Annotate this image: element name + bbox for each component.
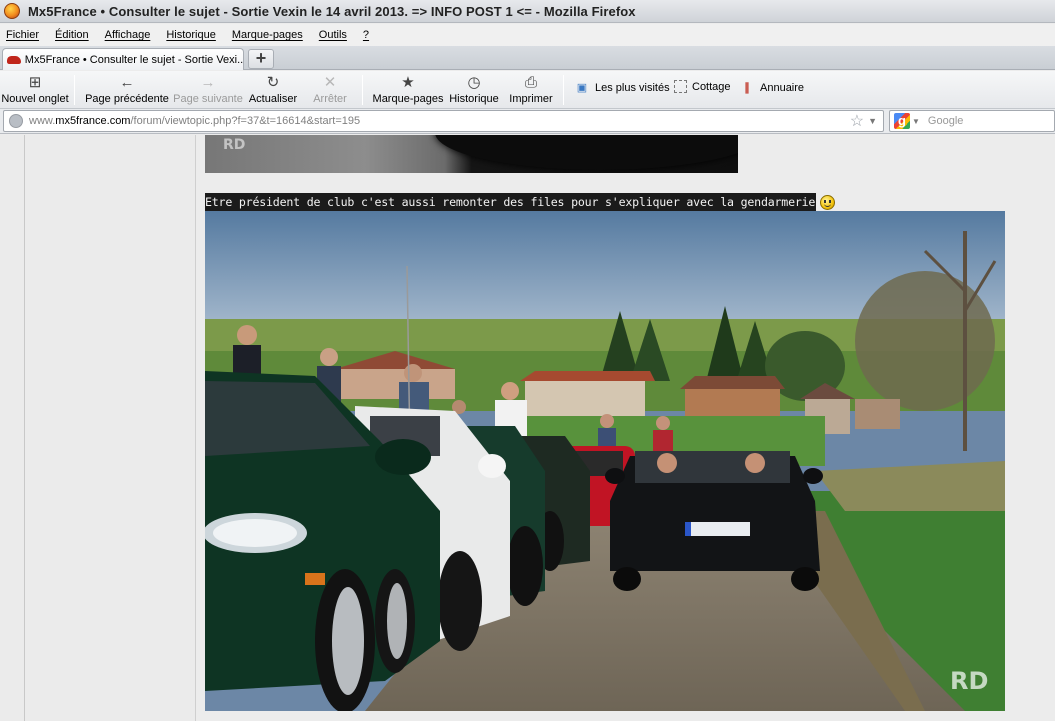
annuaire-pencils-icon: ∥ xyxy=(744,82,750,94)
menu-marque-pages[interactable]: Marque-pages xyxy=(232,29,303,41)
new-tab-toolbar-button[interactable]: ⊞ Nouvel onglet xyxy=(0,74,70,108)
menu-outils[interactable]: Outils xyxy=(319,29,347,41)
new-tab-label: Nouvel onglet xyxy=(1,93,69,105)
firefox-logo-icon xyxy=(4,3,20,19)
site-identity-globe-icon[interactable] xyxy=(9,114,23,128)
history-clock-icon: ◷ xyxy=(467,74,481,91)
bookmark-star-icon[interactable]: ☆ xyxy=(850,111,864,131)
search-engine-dropdown-icon[interactable]: ▼ xyxy=(912,117,920,126)
history-button[interactable]: ◷ Historique xyxy=(448,74,500,108)
post-caption: Etre président de club c'est aussi remon… xyxy=(205,193,836,211)
back-label: Page précédente xyxy=(85,93,169,105)
toolbar-separator xyxy=(362,75,363,105)
new-tab-icon: ⊞ xyxy=(28,74,42,91)
search-bar[interactable]: g ▼ Google xyxy=(889,110,1055,132)
previous-photo-watermark: RD xyxy=(223,137,246,153)
left-column-border xyxy=(24,135,25,721)
menu-affichage[interactable]: Affichage xyxy=(105,29,151,41)
navigation-toolbar: ⊞ Nouvel onglet ← Page précédente → Page… xyxy=(0,71,1055,109)
window-titlebar: Mx5France • Consulter le sujet - Sortie … xyxy=(0,0,1055,23)
toolbar-separator xyxy=(563,75,564,105)
search-input[interactable]: Google xyxy=(928,115,963,127)
bookmarks-label: Marque-pages xyxy=(372,93,444,105)
reload-icon: ↻ xyxy=(266,74,280,91)
cottage-folder-icon xyxy=(674,80,687,93)
history-label: Historique xyxy=(449,93,499,105)
menu-help[interactable]: ? xyxy=(363,29,369,41)
new-tab-button[interactable]: + xyxy=(248,49,274,69)
google-engine-icon[interactable]: g xyxy=(894,113,910,129)
page-content: RD Etre président de club c'est aussi re… xyxy=(0,135,1055,721)
most-visited-icon: ▣ xyxy=(576,82,588,94)
previous-photo: RD xyxy=(205,135,738,173)
window-title: Mx5France • Consulter le sujet - Sortie … xyxy=(28,3,636,19)
bookmark-annuaire-label: Annuaire xyxy=(760,82,805,94)
url-history-dropdown-icon[interactable]: ▼ xyxy=(868,116,877,126)
toolbar-separator xyxy=(74,75,75,105)
bookmark-cottage[interactable]: Cottage xyxy=(674,80,731,93)
stop-button[interactable]: ✕ Arrêter xyxy=(308,74,352,108)
print-button[interactable]: ⎙ Imprimer xyxy=(508,74,554,108)
menu-historique[interactable]: Historique xyxy=(166,29,216,41)
menu-fichier[interactable]: Fichier xyxy=(6,29,39,41)
bookmark-annuaire[interactable]: ∥ Annuaire xyxy=(739,80,804,96)
caption-text: Etre président de club c'est aussi remon… xyxy=(205,193,817,211)
reload-label: Actualiser xyxy=(248,93,298,105)
tab-mx5france[interactable]: Mx5France • Consulter le sujet - Sortie … xyxy=(2,48,244,70)
forward-arrow-icon: → xyxy=(200,74,216,91)
menu-edition[interactable]: Édition xyxy=(55,29,89,41)
tab-strip: Mx5France • Consulter le sujet - Sortie … xyxy=(0,46,1055,70)
bookmarks-button[interactable]: ★ Marque-pages xyxy=(371,74,445,108)
forward-button[interactable]: → Page suivante xyxy=(172,74,244,108)
reload-button[interactable]: ↻ Actualiser xyxy=(247,74,299,108)
bookmark-most-visited-label: Les plus visités xyxy=(595,82,670,94)
tab-label: Mx5France • Consulter le sujet - Sortie … xyxy=(24,53,243,66)
photo-scene: RD xyxy=(205,211,1005,711)
post-photo-mx5-convoy: RD xyxy=(205,211,1005,711)
photo-watermark: RD xyxy=(950,667,988,695)
back-button[interactable]: ← Page précédente xyxy=(84,74,170,108)
url-bar[interactable]: www.mx5france.com/forum/viewtopic.php?f=… xyxy=(3,110,884,132)
bookmark-cottage-label: Cottage xyxy=(692,80,731,93)
stop-icon: ✕ xyxy=(323,74,337,91)
print-label: Imprimer xyxy=(509,93,553,105)
bookmark-most-visited[interactable]: ▣ Les plus visités xyxy=(574,80,670,96)
location-row: www.mx5france.com/forum/viewtopic.php?f=… xyxy=(0,109,1055,134)
printer-icon: ⎙ xyxy=(524,74,537,91)
mx5-favicon-icon xyxy=(7,55,21,65)
menu-bar: Fichier Édition Affichage Historique Mar… xyxy=(0,24,1055,46)
stop-label: Arrêter xyxy=(313,93,347,105)
url-path: /forum/viewtopic.php?f=37&t=16614&start=… xyxy=(130,115,361,127)
back-arrow-icon: ← xyxy=(119,74,135,91)
url-text[interactable]: www.mx5france.com/forum/viewtopic.php?f=… xyxy=(29,115,850,127)
url-domain: mx5france.com xyxy=(55,115,131,127)
forward-label: Page suivante xyxy=(173,93,243,105)
bookmarks-star-icon: ★ xyxy=(401,74,415,91)
smiley-emoticon-icon xyxy=(820,194,836,210)
